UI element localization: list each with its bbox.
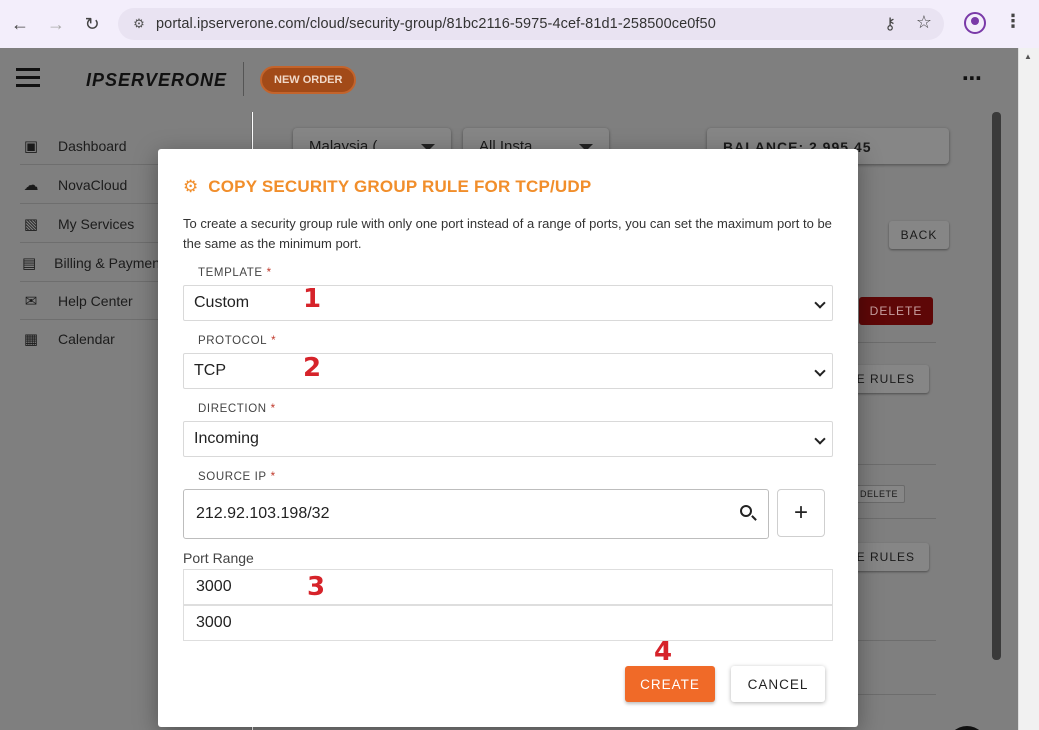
site-settings-icon[interactable]: ⚙ xyxy=(128,13,150,35)
template-value: Custom xyxy=(194,294,250,311)
cancel-button[interactable]: CANCEL xyxy=(731,666,825,702)
gear-icon: ⚙ xyxy=(183,177,199,196)
more-options-icon[interactable]: ⋯ xyxy=(962,66,982,91)
protocol-select[interactable]: TCP xyxy=(183,353,833,389)
copy-rule-dialog: ⚙ COPY SECURITY GROUP RULE FOR TCP/UDP T… xyxy=(158,149,858,727)
step-marker-1: 1 xyxy=(303,284,322,314)
source-ip-label: SOURCE IP * xyxy=(198,471,276,483)
chevron-down-icon xyxy=(814,433,826,445)
sidebar-item-help-center[interactable]: ✉ Help Center xyxy=(20,282,160,320)
sidebar-item-label: Billing & Paymen xyxy=(54,254,160,271)
box-icon: ▧ xyxy=(23,215,39,233)
ipserverone-logo[interactable]: IPSERVERONE xyxy=(86,70,227,91)
search-icon[interactable] xyxy=(740,505,752,517)
direction-value: Incoming xyxy=(194,430,259,447)
source-ip-value: 212.92.103.198/32 xyxy=(196,505,330,522)
required-mark: * xyxy=(271,335,277,347)
source-ip-input[interactable]: 212.92.103.198/32 xyxy=(183,489,769,539)
reload-icon[interactable]: ↻ xyxy=(74,6,110,42)
step-marker-2: 2 xyxy=(303,353,322,383)
header-divider xyxy=(243,62,244,96)
step-marker-4: 4 xyxy=(654,637,673,667)
sidebar-item-calendar[interactable]: ▦ Calendar xyxy=(20,320,160,358)
back-arrow-icon[interactable]: ← xyxy=(2,6,38,42)
protocol-value: TCP xyxy=(194,362,226,379)
chat-widget-icon[interactable] xyxy=(947,726,987,730)
sidebar-item-novacloud[interactable]: ☁ NovaCloud xyxy=(20,166,160,204)
bookmark-star-icon[interactable]: ☆ xyxy=(916,12,932,33)
browser-toolbar: ← → ↻ ⚙ portal.ipserverone.com/cloud/sec… xyxy=(0,0,1039,48)
app-header: IPSERVERONE NEW ORDER ⋯ xyxy=(0,48,1018,112)
template-label: TEMPLATE * xyxy=(198,267,272,279)
required-mark: * xyxy=(270,403,276,415)
receipt-icon: ▤ xyxy=(21,254,37,272)
sidebar-item-dashboard[interactable]: ▣ Dashboard xyxy=(20,127,160,165)
forward-arrow-icon[interactable]: → xyxy=(38,6,74,42)
mail-icon: ✉ xyxy=(24,292,38,310)
content-scrollbar[interactable] xyxy=(992,112,1001,660)
sidebar-item-label: Calendar xyxy=(58,331,115,347)
template-select[interactable]: Custom xyxy=(183,285,833,321)
sidebar-item-label: Dashboard xyxy=(58,137,127,154)
rule-delete-button[interactable]: DELETE xyxy=(853,485,905,503)
template-label-text: TEMPLATE xyxy=(198,267,263,279)
sidebar-item-billing[interactable]: ▤ Billing & Paymen xyxy=(20,244,160,282)
required-mark: * xyxy=(266,267,272,279)
direction-select[interactable]: Incoming xyxy=(183,421,833,457)
address-bar[interactable]: ⚙ portal.ipserverone.com/cloud/security-… xyxy=(118,8,944,40)
required-mark: * xyxy=(270,471,276,483)
port-range-label: Port Range xyxy=(183,550,254,566)
step-marker-3: 3 xyxy=(307,572,326,602)
port-max-input[interactable]: 3000 xyxy=(183,605,833,641)
protocol-label: PROTOCOL * xyxy=(198,335,276,347)
cloud-icon: ☁ xyxy=(23,176,39,194)
calendar-icon: ▦ xyxy=(23,331,39,348)
browser-menu-icon[interactable]: ⋮ xyxy=(1004,11,1022,32)
chevron-down-icon xyxy=(814,365,826,377)
direction-label: DIRECTION * xyxy=(198,403,276,415)
port-min-input[interactable]: 3000 xyxy=(183,569,833,605)
plus-icon: + xyxy=(793,499,808,526)
new-order-button[interactable]: NEW ORDER xyxy=(260,66,357,94)
profile-icon[interactable] xyxy=(964,12,986,34)
sidebar-item-label: NovaCloud xyxy=(58,176,128,193)
sidebar-item-label: My Services xyxy=(58,215,135,232)
hamburger-menu-icon[interactable] xyxy=(16,68,40,88)
key-icon[interactable]: ⚷ xyxy=(884,14,896,34)
back-button[interactable]: BACK xyxy=(889,221,949,249)
delete-button[interactable]: DELETE xyxy=(859,297,933,325)
dialog-title-text: COPY SECURITY GROUP RULE FOR TCP/UDP xyxy=(208,177,592,196)
url-text[interactable]: portal.ipserverone.com/cloud/security-gr… xyxy=(156,16,716,32)
source-ip-label-text: SOURCE IP xyxy=(198,471,267,483)
monitor-icon: ▣ xyxy=(23,137,39,155)
page-scrollbar[interactable]: ▲ xyxy=(1018,48,1039,730)
direction-label-text: DIRECTION xyxy=(198,403,267,415)
sidebar-item-my-services[interactable]: ▧ My Services xyxy=(20,205,160,243)
scroll-up-icon[interactable]: ▲ xyxy=(1024,52,1032,61)
create-button[interactable]: CREATE xyxy=(625,666,715,702)
sidebar-item-label: Help Center xyxy=(58,292,133,309)
dialog-title: ⚙ COPY SECURITY GROUP RULE FOR TCP/UDP xyxy=(183,177,591,197)
dialog-description: To create a security group rule with onl… xyxy=(183,216,832,251)
add-source-ip-button[interactable]: + xyxy=(777,489,825,537)
protocol-label-text: PROTOCOL xyxy=(198,335,268,347)
chevron-down-icon xyxy=(814,297,826,309)
